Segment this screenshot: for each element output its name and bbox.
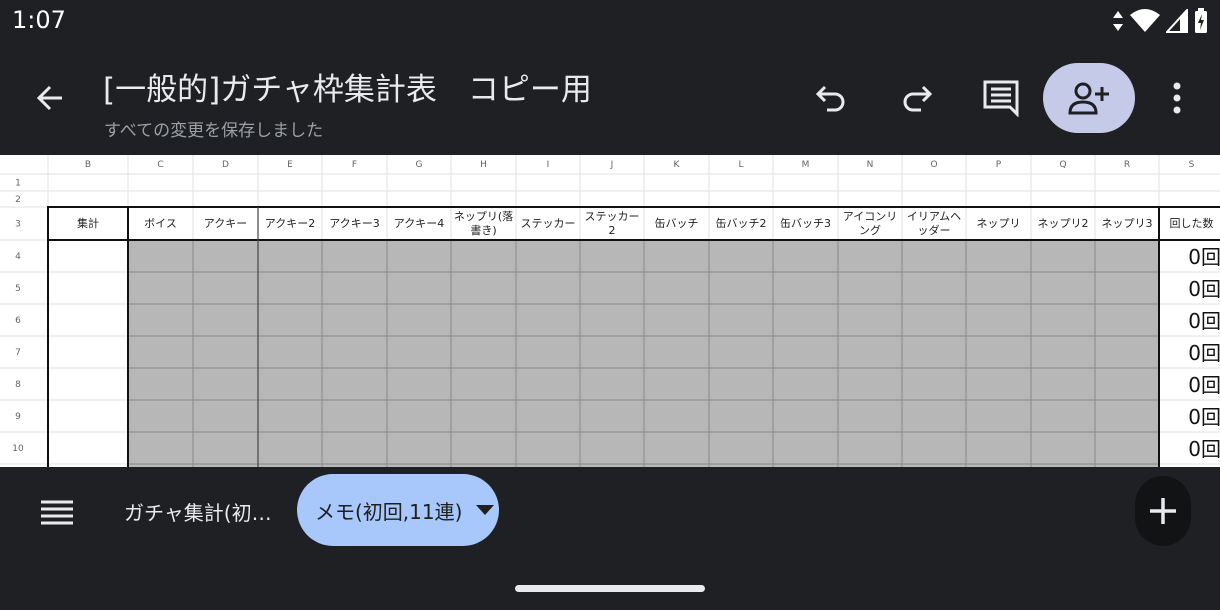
grid-canvas[interactable]: B C D E F G H I J K L M N O P Q R S 1 2 3 4 5 6 7 8 9 10 集計 ボイス アクキー アク…: [0, 155, 1220, 467]
sheet-tab-memo[interactable]: メモ(初回,11連): [297, 474, 499, 546]
header-cell: ボイス: [144, 217, 177, 230]
column-header-M: M: [802, 160, 810, 170]
column-header-B: B: [85, 160, 91, 170]
arrow-back-icon: [36, 85, 62, 111]
header-cell: ネップリ2: [1038, 217, 1089, 230]
status-bar: 1:07: [0, 0, 1220, 44]
data-arrows-icon: [1113, 11, 1123, 31]
undo-icon: [815, 85, 845, 112]
header-cell: アクキー2: [265, 217, 315, 230]
row-header-4: 4: [15, 252, 21, 262]
battery-icon: [1195, 8, 1207, 33]
column-header-L: L: [738, 160, 743, 170]
row-header-8: 8: [15, 380, 21, 390]
spreadsheet-grid[interactable]: B C D E F G H I J K L M N O P Q R S 1 2 3 4 5 6 7 8 9 10 集計 ボイス アクキー アク…: [0, 155, 1220, 467]
header-cell: 缶バッチ: [655, 216, 699, 230]
header-cell: イリアムヘ: [907, 210, 961, 223]
column-header-G: G: [416, 160, 423, 170]
undo-button[interactable]: [808, 74, 856, 122]
status-time: 1:07: [12, 6, 66, 34]
all-sheets-button[interactable]: [32, 493, 82, 533]
header-cell: アイコンリ: [843, 210, 897, 223]
document-title[interactable]: [一般的]ガチャ枠集計表 コピー用: [103, 64, 592, 109]
comments-button[interactable]: [977, 74, 1025, 122]
column-header-N: N: [867, 160, 874, 170]
header-cell: アクキー4: [394, 217, 444, 230]
column-header-R: R: [1124, 160, 1130, 170]
column-header-E: E: [287, 160, 293, 170]
sheet-tabs-bar: ガチャ集計(初… メモ(初回,11連): [0, 467, 1220, 610]
header-cell: ステッカー: [585, 210, 640, 223]
header-cell: アクキー3: [329, 217, 379, 230]
row-header-2: 2: [15, 195, 21, 205]
row-header-10: 10: [12, 444, 24, 454]
column-header-J: J: [610, 160, 614, 170]
row-header-9: 9: [15, 412, 21, 422]
header-cell: 2: [609, 224, 616, 237]
row-header-1: 1: [15, 179, 21, 189]
share-button[interactable]: [1043, 63, 1135, 133]
header-cell: ネップリ: [977, 217, 1021, 230]
header-cell: ネップリ(落: [454, 210, 513, 223]
column-header-Q: Q: [1059, 160, 1066, 170]
sheet-tab-gacha[interactable]: ガチャ集計(初…: [124, 497, 272, 526]
header-cell: アクキー: [204, 217, 247, 230]
summary-column-border: [47, 206, 129, 467]
header-cell: 缶バッチ3: [780, 216, 831, 230]
more-vert-icon: [1173, 82, 1181, 114]
row-header-3: 3: [15, 220, 21, 230]
back-button[interactable]: [28, 76, 72, 120]
status-icons: [1112, 8, 1208, 34]
header-cell: ステッカー: [521, 217, 576, 230]
column-header-K: K: [674, 160, 681, 170]
header-cell: 回した数: [1170, 217, 1214, 230]
count-cell: 0回: [1188, 277, 1220, 301]
header-cell: 書き): [470, 223, 496, 237]
person-add-icon: [1068, 82, 1109, 115]
column-header-P: P: [996, 160, 1002, 170]
header-cell: ング: [859, 223, 881, 237]
header-cell: ッダー: [918, 223, 951, 237]
header-cell: 集計: [77, 216, 99, 230]
column-header-O: O: [930, 160, 937, 170]
header-cell: 缶バッチ2: [716, 216, 767, 230]
row-header-5: 5: [15, 284, 21, 294]
add-sheet-button[interactable]: [1135, 476, 1191, 546]
wifi-icon: [1130, 9, 1160, 32]
app-bar: [一般的]ガチャ枠集計表 コピー用 すべての変更を保存しました: [0, 44, 1220, 154]
column-header-D: D: [222, 160, 229, 170]
column-header-I: I: [547, 160, 550, 170]
row-header-7: 7: [15, 348, 21, 358]
column-header-S: S: [1189, 160, 1195, 170]
column-header-C: C: [157, 160, 163, 170]
signal-icon: [1166, 9, 1188, 33]
comment-icon: [983, 80, 1019, 117]
more-options-button[interactable]: [1153, 74, 1201, 122]
save-status: すべての変更を保存しました: [104, 121, 324, 141]
count-cell: 0回: [1188, 245, 1220, 269]
header-cell: ネップリ3: [1102, 217, 1153, 230]
home-indicator[interactable]: [515, 585, 705, 592]
column-header-F: F: [352, 160, 357, 170]
count-cell: 0回: [1188, 373, 1220, 397]
sheet-tab-memo-label: メモ(初回,11連): [315, 499, 463, 524]
count-cell: 0回: [1188, 309, 1220, 333]
arrow-drop-down-icon[interactable]: [476, 505, 495, 515]
plus-icon: [1150, 498, 1176, 524]
count-cell: 0回: [1188, 341, 1220, 365]
count-cell: 0回: [1188, 437, 1220, 461]
redo-button[interactable]: [892, 74, 940, 122]
column-header-H: H: [480, 160, 487, 170]
redo-icon: [903, 85, 933, 112]
count-cell: 0回: [1188, 405, 1220, 429]
list-icon: [41, 500, 73, 525]
row-header-6: 6: [15, 316, 21, 326]
